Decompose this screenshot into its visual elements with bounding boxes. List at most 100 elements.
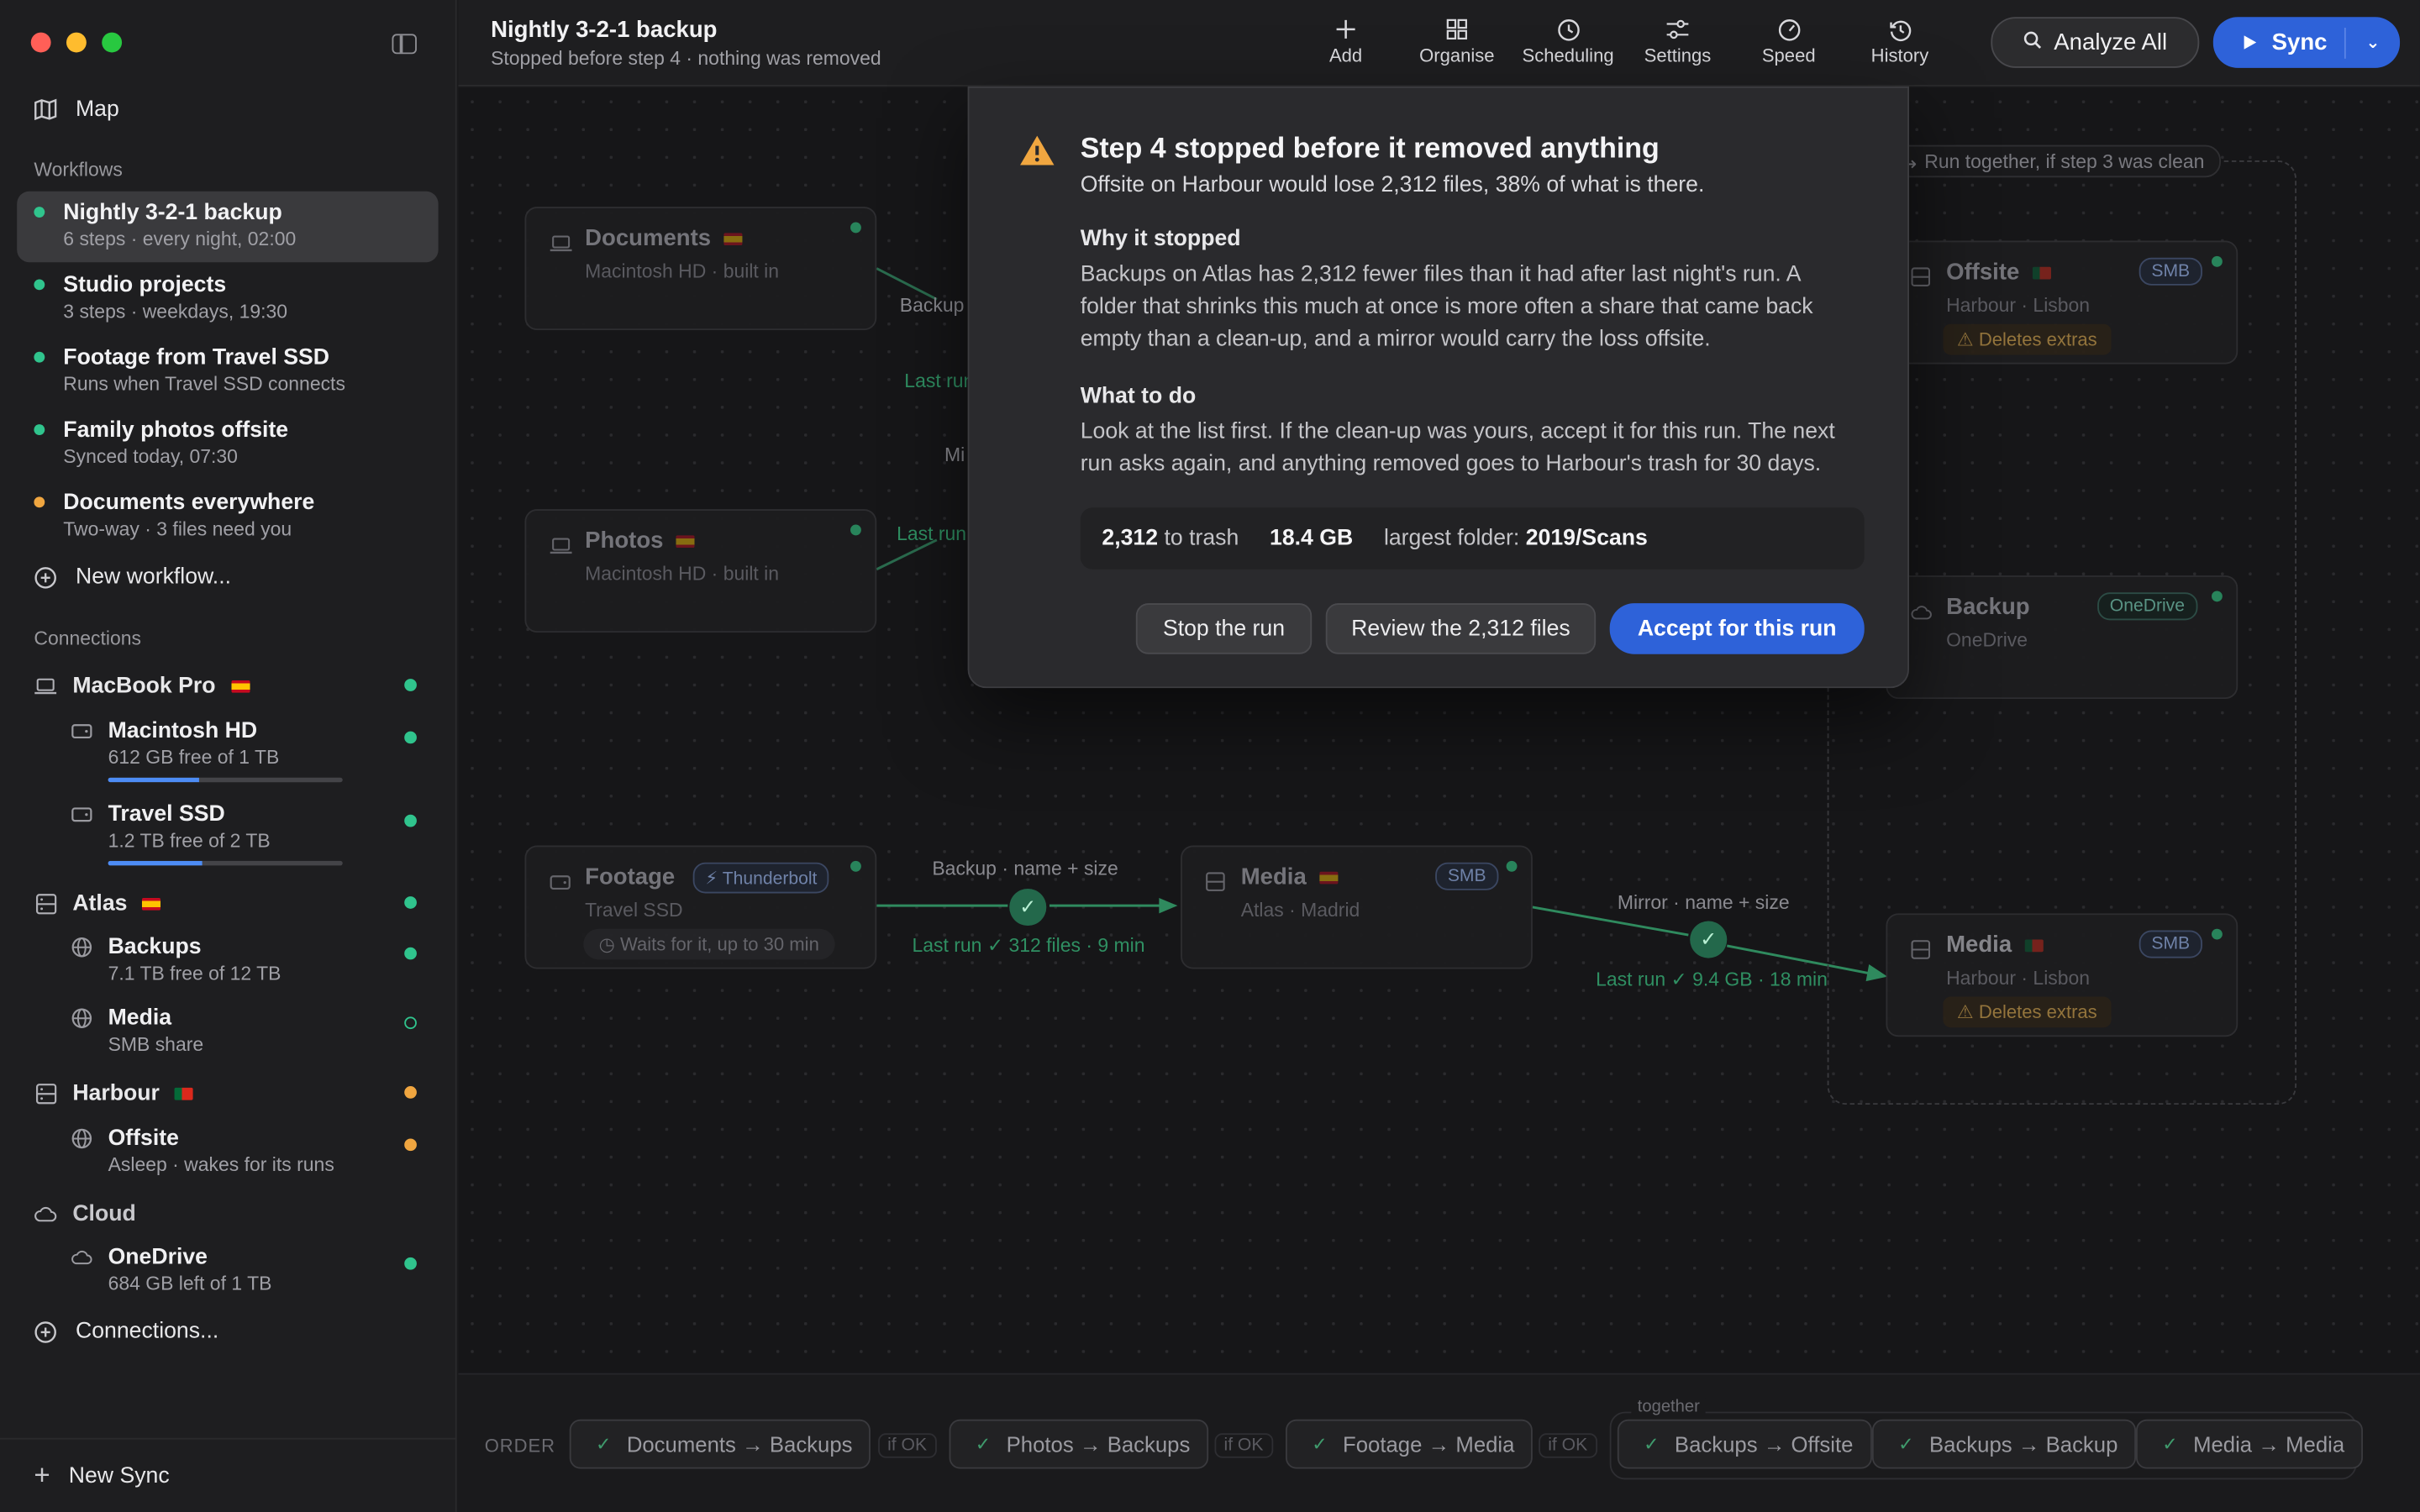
order-step[interactable]: ✓ Backups → Backup (1871, 1419, 2137, 1469)
close-window-button[interactable] (30, 32, 51, 53)
workflow-meta: Runs when Travel SSD connects (63, 373, 345, 396)
organise-button[interactable]: Organise (1403, 14, 1512, 66)
workflow-item[interactable]: Nightly 3-2-1 backup 6 steps · every nig… (17, 191, 439, 263)
new-workflow-button[interactable]: New workflow... (34, 564, 231, 590)
clock-icon (1514, 14, 1623, 45)
sync-label: Sync (2271, 29, 2328, 56)
laptop-icon (550, 535, 572, 554)
connections-link[interactable]: Connections... (34, 1319, 218, 1344)
dialog-subtitle: Offsite on Harbour would lose 2,312 file… (1080, 172, 1705, 198)
connection-cloud[interactable]: Cloud (34, 1202, 136, 1226)
laptop-icon (550, 233, 572, 252)
together-label: together (1631, 1398, 1707, 1417)
why-heading: Why it stopped (1080, 226, 1241, 252)
stop-run-button[interactable]: Stop the run (1135, 603, 1313, 654)
order-step[interactable]: ✓ Photos → Backups (949, 1419, 1209, 1469)
connection-meta: 7.1 TB free of 12 TB (108, 963, 281, 984)
node-media-harbour[interactable]: Media SMB Harbour · Lisbon ⚠ Deletes ext… (1886, 913, 2238, 1037)
sync-menu-chevron-icon[interactable]: ⌄ (2346, 33, 2400, 52)
speed-button[interactable]: Speed (1734, 14, 1843, 66)
order-step[interactable]: ✓ Documents → Backups (569, 1419, 871, 1469)
trash-count: 2,312 to trash (1102, 526, 1239, 551)
accept-run-button[interactable]: Accept for this run (1609, 603, 1865, 654)
sidebar-toggle-icon[interactable] (392, 34, 417, 55)
search-icon (2023, 29, 2042, 55)
wait-pill: ◷ Waits for it, up to 30 min (583, 928, 835, 960)
what-heading: What to do (1080, 384, 1197, 409)
node-footage[interactable]: Footage ⚡ Thunderbolt Travel SSD ◷ Waits… (524, 845, 877, 969)
status-dot (404, 896, 417, 909)
check-circle-icon[interactable]: ✓ (1009, 888, 1047, 927)
sync-button[interactable]: Sync ⌄ (2212, 17, 2401, 68)
connection-backups[interactable]: Backups 7.1 TB free of 12 TB (71, 935, 281, 984)
workflow-item[interactable]: Footage from Travel SSD Runs when Travel… (17, 336, 438, 407)
connection-macintosh-hd[interactable]: Macintosh HD 612 GB free of 1 TB (71, 719, 343, 783)
status-dot (2211, 255, 2223, 267)
cloud-icon (1911, 601, 1933, 620)
edge-meta: Last run (904, 370, 975, 392)
node-title: Photos (585, 528, 664, 554)
status-dot (34, 496, 45, 508)
status-dot-hollow (404, 1016, 417, 1030)
connection-travel-ssd[interactable]: Travel SSD 1.2 TB free of 2 TB (71, 802, 343, 866)
sidebar-item-map[interactable]: Map (34, 97, 119, 122)
check-icon: ✓ (595, 1433, 612, 1456)
trash-summary: 2,312 to trash 18.4 GB largest folder: 2… (1080, 507, 1865, 570)
minimize-window-button[interactable] (66, 32, 87, 53)
scheduling-button[interactable]: Scheduling (1514, 14, 1623, 66)
connection-name: OneDrive (108, 1245, 208, 1270)
connection-media[interactable]: Media SMB share (71, 1006, 203, 1055)
status-dot (404, 679, 417, 691)
add-button[interactable]: Add (1292, 14, 1400, 66)
trash-size: 18.4 GB (1270, 526, 1354, 551)
zoom-window-button[interactable] (102, 32, 123, 53)
order-step[interactable]: ✓ Footage → Media (1285, 1419, 1534, 1469)
order-step[interactable]: ✓ Media → Media (2135, 1419, 2364, 1469)
workflow-name: Documents everywhere (63, 491, 315, 516)
workflow-item[interactable]: Documents everywhere Two-way · 3 files n… (17, 481, 438, 552)
settings-button[interactable]: Settings (1623, 14, 1732, 66)
node-title: Documents (585, 225, 712, 252)
connection-macbook-pro[interactable]: MacBook Pro (34, 675, 250, 699)
largest-folder: largest folder: 2019/Scans (1383, 526, 1648, 551)
node-media-atlas[interactable]: Media SMB Atlas · Madrid (1181, 845, 1533, 969)
analyze-all-button[interactable]: Analyze All (1991, 17, 2200, 68)
drive-icon (550, 872, 571, 890)
if-ok-connector: if OK (1539, 1433, 1597, 1458)
order-bar: ORDER ✓ Documents → Backups if OK ✓ Photos… (458, 1373, 2420, 1512)
history-button[interactable]: History (1846, 14, 1954, 66)
history-icon (1846, 14, 1954, 45)
plus-circle-icon (34, 565, 57, 589)
deletes-extras-warning: ⚠ Deletes extras (1943, 996, 2112, 1028)
connection-name: MacBook Pro (72, 674, 216, 700)
workflow-item[interactable]: Studio projects 3 steps · weekdays, 19:3… (17, 264, 438, 334)
connection-meta: 684 GB left of 1 TB (108, 1273, 272, 1294)
node-backup-onedrive[interactable]: Backup OneDrive OneDrive (1886, 575, 2238, 700)
server-icon (1911, 267, 1933, 286)
node-title: Offsite (1946, 259, 2020, 286)
connection-harbour[interactable]: Harbour (34, 1082, 194, 1106)
connection-atlas[interactable]: Atlas (34, 892, 161, 916)
connection-offsite[interactable]: Offsite Asleep · wakes for its runs (71, 1126, 334, 1176)
spain-flag-icon (142, 897, 161, 911)
node-offsite[interactable]: Offsite SMB Harbour · Lisbon ⚠ Deletes e… (1886, 240, 2238, 365)
new-sync-button[interactable]: + New Sync (0, 1437, 457, 1512)
review-files-button[interactable]: Review the 2,312 files (1325, 603, 1597, 654)
workflow-name: Studio projects (63, 273, 227, 298)
connection-onedrive[interactable]: OneDrive 684 GB left of 1 TB (71, 1245, 271, 1294)
node-photos[interactable]: Photos Macintosh HD · built in (524, 509, 877, 633)
node-documents[interactable]: Documents Macintosh HD · built in (524, 207, 877, 331)
status-dot (34, 351, 45, 363)
edge-label: Backup · name + size (932, 858, 1118, 879)
order-step[interactable]: ✓ Backups → Offsite (1617, 1419, 1872, 1469)
drive-icon (71, 804, 92, 826)
check-circle-icon[interactable]: ✓ (1690, 921, 1728, 958)
onedrive-badge: OneDrive (2097, 592, 2197, 621)
thunderbolt-badge: ⚡ Thunderbolt (692, 862, 830, 894)
status-dot (404, 814, 417, 827)
workflow-name: Nightly 3-2-1 backup (63, 200, 282, 226)
connection-meta: Asleep · wakes for its runs (108, 1153, 334, 1176)
workflow-meta: 3 steps · weekdays, 19:30 (63, 301, 288, 323)
workflow-item[interactable]: Family photos offsite Synced today, 07:3… (17, 409, 438, 480)
edge-label: Backup (899, 294, 965, 317)
